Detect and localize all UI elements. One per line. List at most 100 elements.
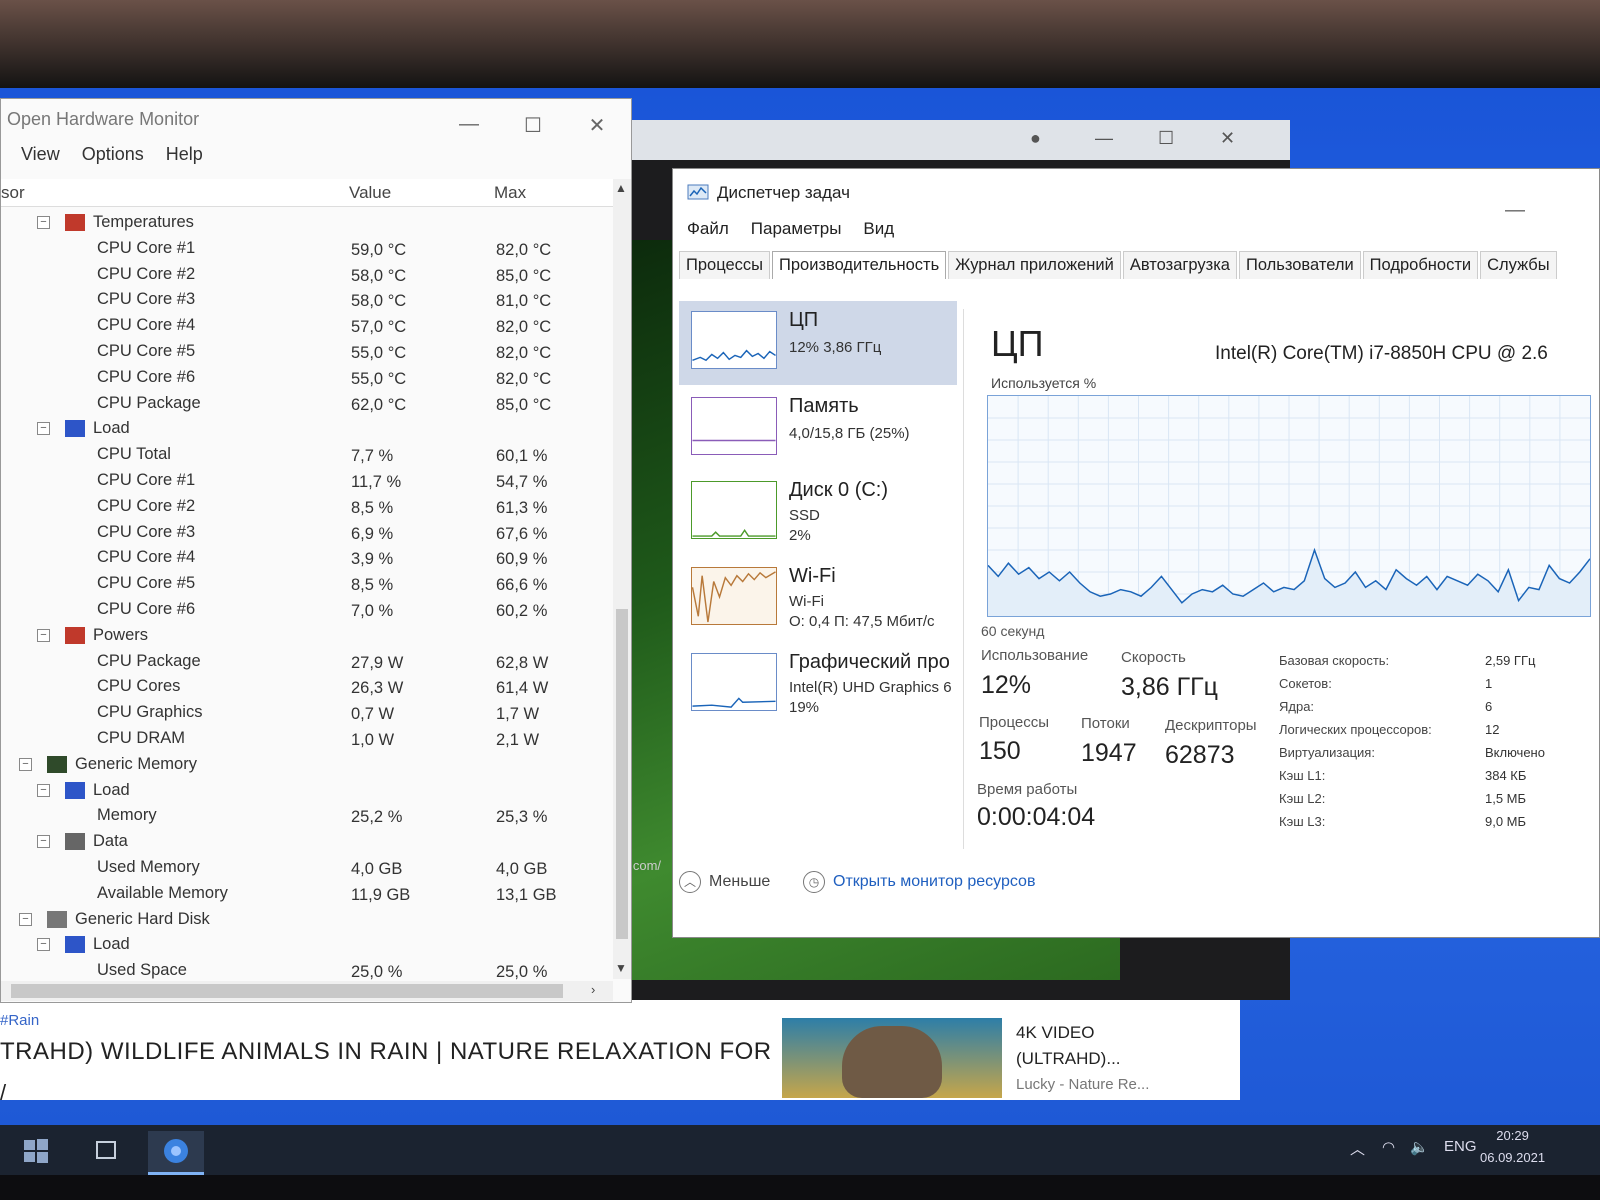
- sensor-row[interactable]: − Load: [1, 417, 613, 443]
- sidebar-memory-detail: 4,0/15,8 ГБ (25%): [789, 425, 910, 442]
- scroll-up-icon[interactable]: ▲: [615, 181, 627, 195]
- task-view-icon: [96, 1141, 116, 1159]
- task-view-button[interactable]: [78, 1131, 134, 1175]
- spec-label: Сокетов:: [1279, 676, 1332, 691]
- sidebar-item-memory[interactable]: Память 4,0/15,8 ГБ (25%): [679, 387, 957, 471]
- ohm-maximize-button[interactable]: ☐: [513, 113, 553, 138]
- sensor-row[interactable]: CPU DRAM 1,0 W 2,1 W: [1, 727, 613, 753]
- scroll-right-icon[interactable]: ›: [591, 982, 595, 997]
- tree-collapse-icon[interactable]: −: [37, 216, 50, 229]
- sensor-row[interactable]: CPU Core #1 59,0 °C 82,0 °C: [1, 237, 613, 263]
- sensor-row[interactable]: CPU Core #4 3,9 % 60,9 %: [1, 546, 613, 572]
- tab-details[interactable]: Подробности: [1362, 251, 1479, 279]
- scroll-down-icon[interactable]: ▼: [615, 961, 627, 975]
- open-resource-monitor-link[interactable]: ◷ Открыть монитор ресурсов: [803, 871, 1035, 893]
- volume-icon[interactable]: 🔈: [1410, 1138, 1429, 1156]
- column-value[interactable]: Value: [349, 183, 391, 203]
- sensor-name: Generic Hard Disk: [75, 909, 210, 928]
- menu-options[interactable]: Options: [82, 144, 144, 165]
- ohm-horizontal-scrollbar[interactable]: ›: [1, 981, 613, 1001]
- sensor-value: 58,0 °C: [351, 292, 407, 311]
- sensor-name: Load: [93, 780, 130, 799]
- sidebar-item-gpu[interactable]: Графический про Intel(R) UHD Graphics 6 …: [679, 643, 957, 727]
- tree-collapse-icon[interactable]: −: [37, 628, 50, 642]
- sensor-max: 60,1 %: [496, 447, 548, 466]
- browser-close-button[interactable]: ✕: [1220, 128, 1235, 149]
- ohm-close-button[interactable]: ✕: [577, 113, 617, 138]
- sensor-row[interactable]: Memory 25,2 % 25,3 %: [1, 804, 613, 830]
- start-button[interactable]: [8, 1131, 64, 1175]
- sensor-row[interactable]: CPU Core #2 58,0 °C 85,0 °C: [1, 263, 613, 289]
- show-hidden-icons[interactable]: ︿: [1350, 1138, 1365, 1159]
- menu-view[interactable]: Вид: [863, 219, 894, 239]
- sensor-row[interactable]: CPU Core #3 6,9 % 67,6 %: [1, 521, 613, 547]
- sensor-row[interactable]: CPU Package 27,9 W 62,8 W: [1, 650, 613, 676]
- menu-view[interactable]: View: [21, 144, 60, 165]
- recommended-video-info[interactable]: 4K VIDEO (ULTRAHD)... Lucky - Nature Re.…: [1016, 1020, 1149, 1098]
- tree-collapse-icon[interactable]: −: [37, 783, 50, 797]
- sensor-row[interactable]: Used Memory 4,0 GB 4,0 GB: [1, 856, 613, 882]
- browser-maximize-button[interactable]: ☐: [1158, 128, 1174, 149]
- tab-startup[interactable]: Автозагрузка: [1122, 251, 1237, 279]
- recommended-video-thumbnail[interactable]: [782, 1018, 1002, 1098]
- spec-value: 6: [1485, 699, 1493, 714]
- vertical-scroll-thumb[interactable]: [616, 609, 628, 939]
- sensor-row[interactable]: CPU Core #2 8,5 % 61,3 %: [1, 495, 613, 521]
- sensor-row[interactable]: − Powers: [1, 624, 613, 650]
- tab-app-history[interactable]: Журнал приложений: [948, 251, 1121, 279]
- tree-collapse-icon[interactable]: −: [37, 422, 50, 436]
- sensor-max: 1,7 W: [496, 705, 540, 724]
- sensor-row[interactable]: − Load: [1, 779, 613, 805]
- sensor-row[interactable]: CPU Core #4 57,0 °C 82,0 °C: [1, 314, 613, 340]
- sidebar-item-disk[interactable]: Диск 0 (C:) SSD 2%: [679, 471, 957, 555]
- browser-minimize-button[interactable]: —: [1095, 128, 1113, 149]
- sensor-row[interactable]: − Generic Memory: [1, 753, 613, 779]
- sensor-row[interactable]: − Load: [1, 933, 613, 959]
- sensor-max: 13,1 GB: [496, 885, 557, 904]
- horizontal-scroll-thumb[interactable]: [11, 984, 563, 998]
- sensor-row[interactable]: − Temperatures: [1, 211, 613, 237]
- language-indicator[interactable]: ENG: [1444, 1138, 1477, 1155]
- tree-collapse-icon[interactable]: −: [37, 835, 50, 849]
- sensor-row[interactable]: CPU Package 62,0 °C 85,0 °C: [1, 392, 613, 418]
- ohm-vertical-scrollbar[interactable]: ▲ ▼: [613, 179, 631, 979]
- sensor-row[interactable]: CPU Core #1 11,7 % 54,7 %: [1, 469, 613, 495]
- tab-services[interactable]: Службы: [1480, 251, 1557, 279]
- thermometer-icon: [65, 214, 85, 231]
- sensor-row[interactable]: CPU Total 7,7 % 60,1 %: [1, 443, 613, 469]
- tree-collapse-icon[interactable]: −: [37, 938, 50, 952]
- sensor-row[interactable]: CPU Graphics 0,7 W 1,7 W: [1, 701, 613, 727]
- fewer-details-button[interactable]: ︿ Меньше: [679, 871, 770, 893]
- sensor-row[interactable]: CPU Core #6 7,0 % 60,2 %: [1, 598, 613, 624]
- network-icon[interactable]: ◠: [1382, 1138, 1395, 1156]
- sensor-row[interactable]: CPU Core #5 8,5 % 66,6 %: [1, 572, 613, 598]
- tab-processes[interactable]: Процессы: [679, 251, 771, 279]
- video-hashtag[interactable]: #Rain: [0, 1012, 39, 1029]
- column-sensor[interactable]: sor: [1, 183, 25, 203]
- tree-collapse-icon[interactable]: −: [19, 757, 32, 771]
- tree-collapse-icon[interactable]: −: [19, 912, 32, 926]
- menu-file[interactable]: Файл: [687, 219, 729, 239]
- sensor-row[interactable]: Available Memory 11,9 GB 13,1 GB: [1, 882, 613, 908]
- menu-parameters[interactable]: Параметры: [751, 219, 842, 239]
- menu-help[interactable]: Help: [166, 144, 203, 165]
- sidebar-item-wifi[interactable]: Wi-Fi Wi-Fi О: 0,4 П: 47,5 Мбит/с: [679, 557, 957, 641]
- column-max[interactable]: Max: [494, 183, 526, 203]
- sensor-row[interactable]: CPU Core #3 58,0 °C 81,0 °C: [1, 288, 613, 314]
- sensor-value: 11,7 %: [351, 472, 402, 491]
- sensor-max: 25,0 %: [496, 963, 548, 982]
- sensor-row[interactable]: CPU Core #6 55,0 °C 82,0 °C: [1, 366, 613, 392]
- taskbar-chrome-button[interactable]: [148, 1131, 204, 1175]
- tm-minimize-button[interactable]: —: [1495, 199, 1535, 222]
- sensor-row[interactable]: CPU Core #5 55,0 °C 82,0 °C: [1, 340, 613, 366]
- sensor-row[interactable]: CPU Cores 26,3 W 61,4 W: [1, 675, 613, 701]
- sensor-row[interactable]: − Generic Hard Disk: [1, 908, 613, 934]
- data-icon: [65, 833, 85, 851]
- tab-users[interactable]: Пользователи: [1238, 251, 1361, 279]
- tab-performance[interactable]: Производительность: [772, 251, 947, 279]
- sidebar-item-cpu[interactable]: ЦП 12% 3,86 ГГц: [679, 301, 957, 385]
- ohm-minimize-button[interactable]: —: [449, 113, 489, 136]
- browser-account-icon[interactable]: ●: [1030, 128, 1041, 149]
- system-clock[interactable]: 20:29 06.09.2021: [1480, 1125, 1545, 1169]
- sensor-row[interactable]: − Data: [1, 830, 613, 856]
